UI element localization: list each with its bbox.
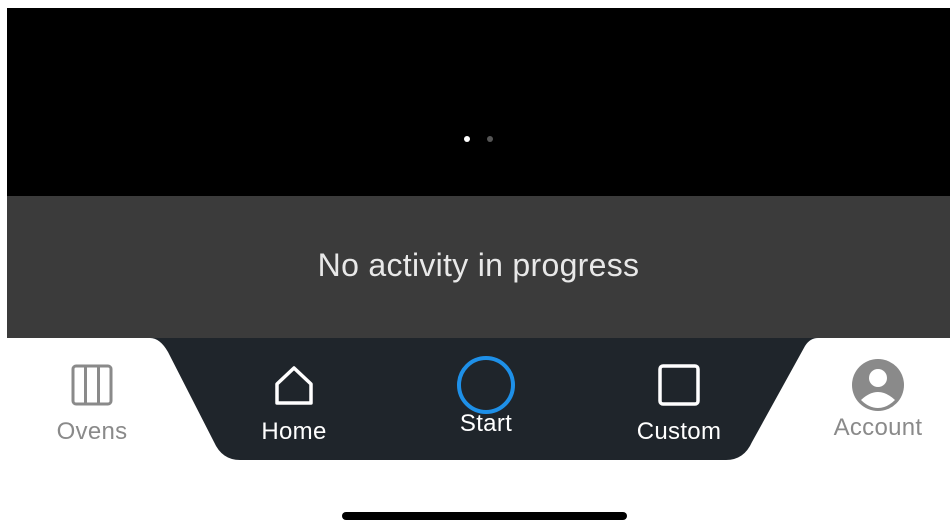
start-ring-icon (455, 356, 517, 414)
nav-label-start: Start (459, 410, 513, 437)
page-dot[interactable] (487, 136, 493, 142)
page-dot-active[interactable] (464, 136, 470, 142)
nav-label-home: Home (261, 418, 327, 445)
home-icon (271, 360, 317, 410)
nav-label-ovens: Ovens (56, 418, 128, 445)
ovens-icon (70, 360, 114, 410)
home-indicator-bar[interactable] (342, 512, 627, 520)
nav-item-home[interactable]: Home (244, 360, 344, 446)
nav-label-account: Account (833, 414, 923, 441)
account-icon (851, 359, 905, 411)
activity-status-bar: No activity in progress (7, 196, 950, 338)
page-indicator (7, 136, 950, 142)
nav-item-ovens[interactable]: Ovens (44, 360, 140, 446)
nav-item-custom[interactable]: Custom (624, 360, 734, 446)
bottom-navigation: Ovens Home Start Custom Account (0, 338, 950, 468)
activity-status-text: No activity in progress (317, 247, 640, 283)
carousel-area[interactable] (7, 8, 950, 196)
nav-item-start[interactable]: Start (436, 356, 536, 438)
nav-label-custom: Custom (636, 418, 722, 445)
nav-item-account[interactable]: Account (818, 359, 938, 442)
app-screen: No activity in progress Ovens Home Start… (0, 0, 950, 522)
custom-square-icon (657, 360, 701, 410)
